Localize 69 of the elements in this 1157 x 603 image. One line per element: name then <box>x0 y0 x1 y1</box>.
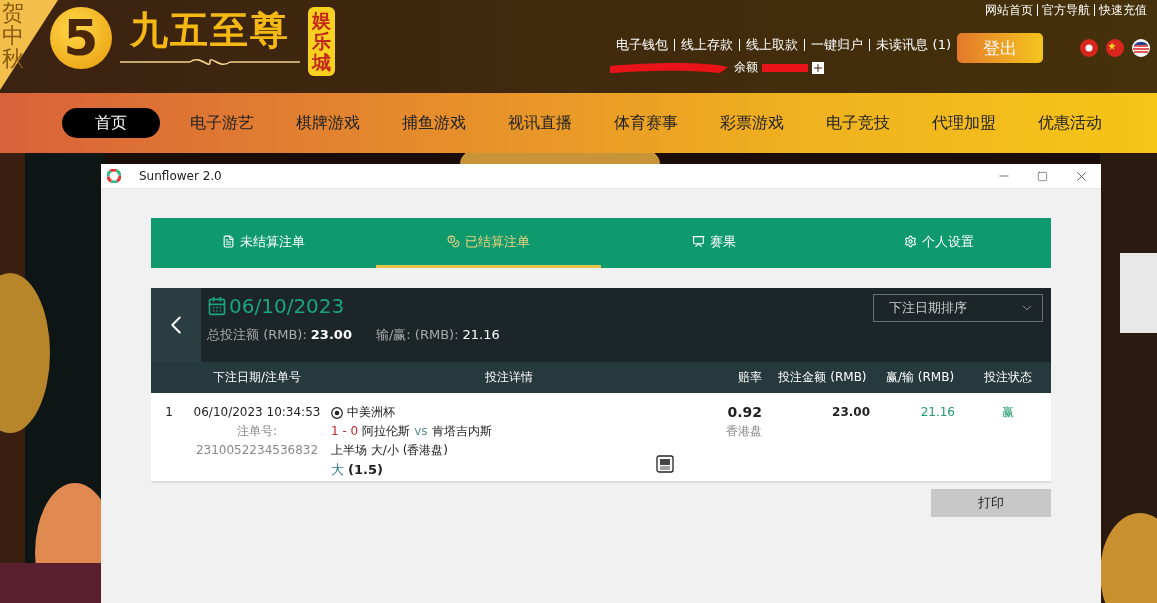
bet-datetime: 06/10/2023 10:34:53 <box>193 404 321 421</box>
nav-item[interactable]: 代理加盟 <box>932 108 996 138</box>
tab[interactable]: 赛果 <box>601 218 826 268</box>
soccer-ball-icon <box>331 406 343 419</box>
nav-item[interactable]: 体育赛事 <box>614 108 678 138</box>
balance-label: 余额 <box>734 59 759 76</box>
home-team: 阿拉伦斯 <box>362 423 411 440</box>
column-header: 下注日期/注单号 <box>211 369 302 386</box>
account-link[interactable]: 线上存款 <box>675 36 740 54</box>
league-name: 中美洲杯 <box>347 404 395 421</box>
nav-item[interactable]: 优惠活动 <box>1038 108 1102 138</box>
ticket-label: 注单号: <box>236 423 277 440</box>
ticket-number: 2310052234536832 <box>195 442 319 459</box>
redaction-mark <box>762 61 809 74</box>
nav-item[interactable]: 彩票游戏 <box>720 108 784 138</box>
account-link[interactable]: 电子钱包 <box>610 36 675 54</box>
logo-title: 九五至尊 <box>130 6 290 54</box>
top-link[interactable]: 官方导航 <box>1038 0 1094 20</box>
column-header: 投注详情 <box>483 369 534 386</box>
board-icon <box>691 235 705 248</box>
nav-item[interactable]: 捕鱼游戏 <box>402 108 466 138</box>
scoreboard-icon[interactable] <box>656 455 674 473</box>
bet-pick: 大 <box>331 461 344 479</box>
flag-icon[interactable] <box>1131 38 1151 58</box>
document-icon <box>222 235 235 248</box>
account-link[interactable]: 一键归户 <box>805 36 870 54</box>
match-score: 1 - 0 <box>331 423 359 440</box>
tab[interactable]: 个人设置 <box>826 218 1051 268</box>
nav-item[interactable]: 视讯直播 <box>508 108 572 138</box>
calendar-icon <box>207 296 227 316</box>
account-link[interactable]: 未读讯息 (1) <box>870 36 957 54</box>
odds-type: 香港盘 <box>726 423 762 440</box>
ornament-icon <box>120 56 300 68</box>
coins-icon <box>447 235 460 248</box>
plus-icon[interactable] <box>812 61 825 74</box>
column-header: 投注金额 (RMB) <box>777 369 868 386</box>
top-link[interactable]: 快速充值 <box>1095 0 1151 20</box>
row-number: 1 <box>165 404 173 421</box>
sort-select[interactable]: 下注日期排序 <box>873 294 1043 322</box>
column-header: 赔率 <box>737 369 763 386</box>
print-button[interactable]: 打印 <box>931 489 1051 517</box>
nav-item[interactable]: 电子竞技 <box>826 108 890 138</box>
logo-badge: 娱乐城 <box>308 7 335 76</box>
account-link[interactable]: 线上取款 <box>740 36 805 54</box>
nav-item[interactable]: 电子游艺 <box>190 108 254 138</box>
settings-icon <box>903 235 917 248</box>
versus-text: vs <box>414 423 428 440</box>
winloss-value: 21.16 <box>920 404 955 421</box>
flag-icon[interactable] <box>1105 38 1125 58</box>
top-link[interactable]: 网站首页 <box>981 0 1037 20</box>
flag-icon[interactable] <box>1079 38 1099 58</box>
bet-line: (1.5) <box>348 461 383 479</box>
stake-value: 23.00 <box>832 404 870 421</box>
bet-market: 上半场 大/小 (香港盘) <box>331 442 450 459</box>
logo-mark: 5 <box>50 7 112 69</box>
nav-item[interactable]: 棋牌游戏 <box>296 108 360 138</box>
nav-item[interactable]: 首页 <box>62 108 160 138</box>
window-title: Sunflower 2.0 <box>139 169 222 183</box>
column-header: 投注状态 <box>983 369 1033 386</box>
odds-value: 0.92 <box>727 403 762 422</box>
maximize-icon <box>1037 170 1048 182</box>
total-winloss: 输/赢: (RMB): 21.16 <box>375 326 500 344</box>
tab[interactable]: 未结算注单 <box>151 218 376 268</box>
total-stake: 总投注额 (RMB): 23.00 <box>207 326 352 344</box>
away-team: 肯塔吉内斯 <box>431 423 492 440</box>
bet-status: 赢 <box>1002 404 1014 421</box>
date-title: 06/10/2023 <box>229 294 345 318</box>
column-header: 赢/输 (RMB) <box>884 369 956 386</box>
app-icon <box>107 169 121 183</box>
